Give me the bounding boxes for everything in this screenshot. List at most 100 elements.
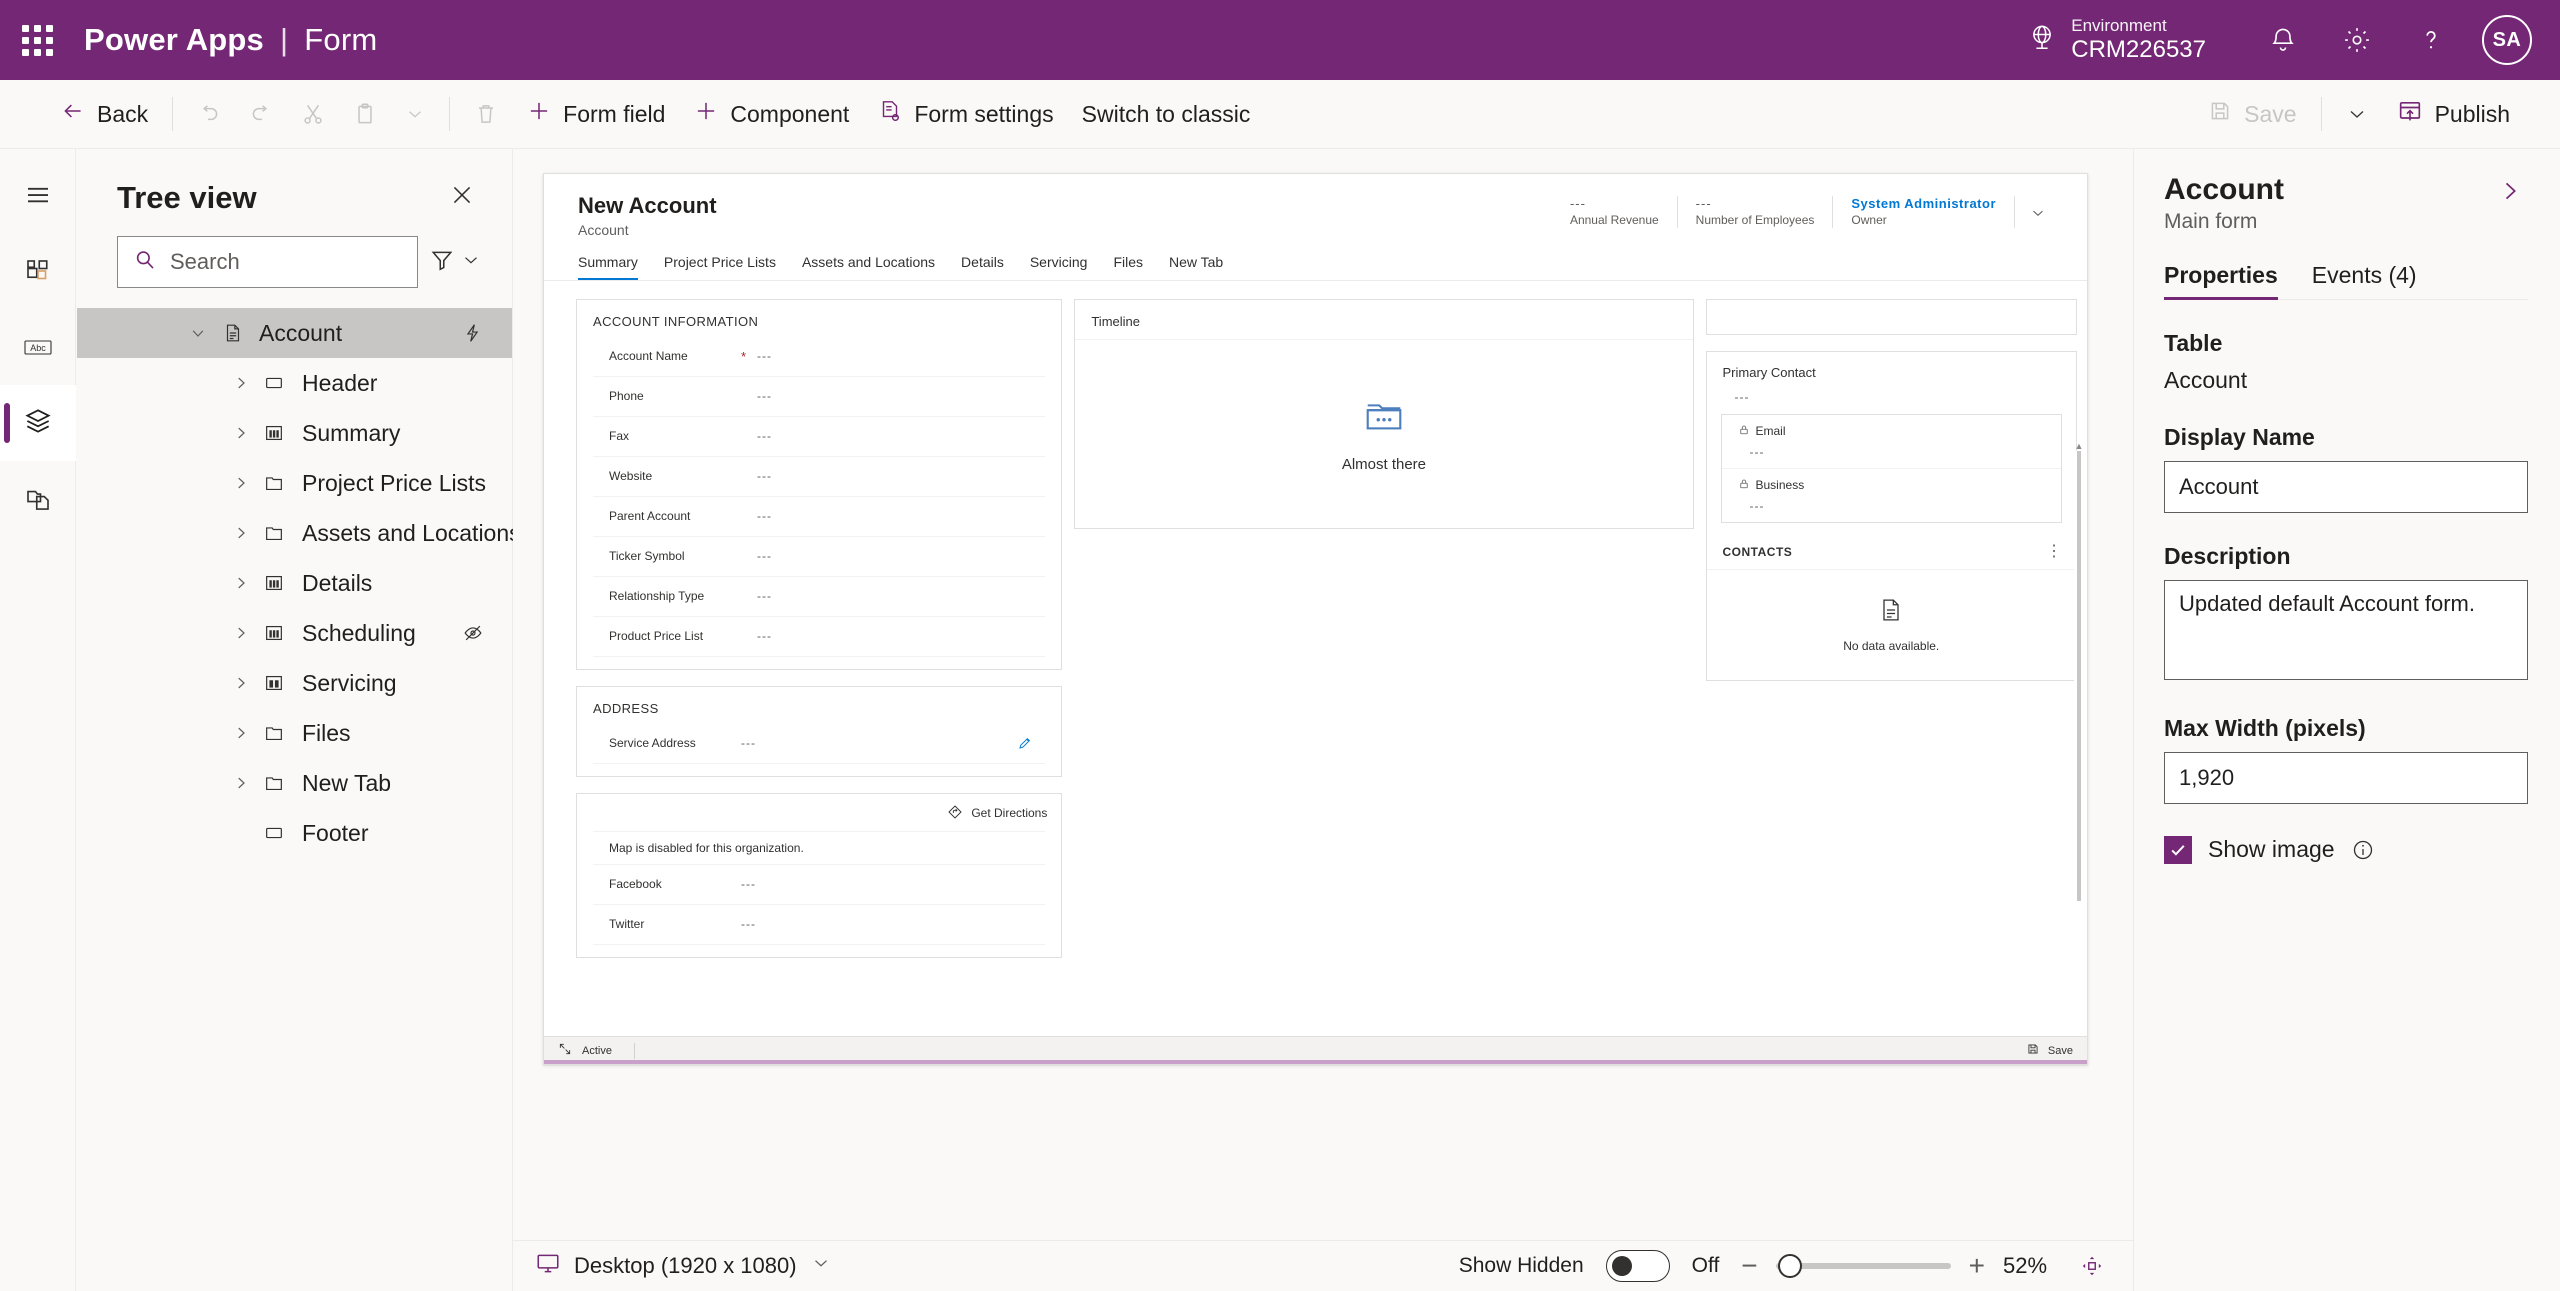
properties-tab-properties[interactable]: Properties <box>2164 262 2278 299</box>
search-input[interactable] <box>170 249 403 275</box>
description-textarea[interactable] <box>2164 580 2528 680</box>
hidden-eye-icon[interactable] <box>462 622 484 644</box>
more-vertical-icon[interactable]: ⋮ <box>2046 547 2062 557</box>
tree-item-details[interactable]: Details <box>77 558 512 608</box>
chevron-right-icon[interactable] <box>232 474 250 492</box>
get-directions-button[interactable]: Get Directions <box>947 804 1047 823</box>
app-name[interactable]: Power Apps <box>84 22 264 58</box>
pencil-icon[interactable] <box>1017 735 1045 751</box>
undo-icon[interactable] <box>183 89 235 139</box>
hamburger-icon[interactable] <box>0 157 76 233</box>
clipboard-icon[interactable] <box>339 89 391 139</box>
fit-to-screen-icon[interactable] <box>2079 1253 2105 1279</box>
form-tab-assets-and-locations[interactable]: Assets and Locations <box>802 248 947 280</box>
abc-field-icon[interactable]: Abc <box>0 309 76 385</box>
scissors-icon[interactable] <box>287 89 339 139</box>
chevron-right-icon[interactable] <box>232 674 250 692</box>
owner-value[interactable]: System Administrator <box>1851 196 1996 213</box>
tree-item-summary[interactable]: Summary <box>77 408 512 458</box>
save-button[interactable]: Save <box>2193 89 2310 139</box>
form-tab-details[interactable]: Details <box>961 248 1016 280</box>
header-field[interactable]: --- Number of Employees <box>1678 196 1834 228</box>
form-tab-new-tab[interactable]: New Tab <box>1169 248 1235 280</box>
popout-icon[interactable] <box>558 1042 572 1059</box>
scrollbar-track[interactable] <box>2074 451 2084 1051</box>
field-row[interactable]: Service Address --- <box>593 724 1045 764</box>
lightning-icon[interactable] <box>462 322 484 344</box>
device-size-picker[interactable]: Desktop (1920 x 1080) <box>535 1250 832 1282</box>
chevron-right-icon[interactable] <box>232 374 250 392</box>
form-field-button[interactable]: Form field <box>512 89 679 139</box>
zoom-slider-handle[interactable] <box>1778 1254 1802 1278</box>
zoom-out-icon[interactable]: − <box>1741 1252 1757 1280</box>
close-icon[interactable] <box>442 175 482 220</box>
chevron-right-icon[interactable] <box>232 724 250 742</box>
properties-tab-events-4[interactable]: Events (4) <box>2312 262 2417 299</box>
trash-icon[interactable] <box>460 89 512 139</box>
footer-save-button[interactable]: Save <box>2026 1042 2073 1059</box>
tree-item-new-tab[interactable]: New Tab <box>77 758 512 808</box>
field-row[interactable]: Website--- <box>593 457 1045 497</box>
tree-item-servicing[interactable]: Servicing <box>77 658 512 708</box>
copy-pages-icon[interactable] <box>0 461 76 537</box>
header-field[interactable]: --- Annual Revenue <box>1552 196 1678 228</box>
contact-subfield[interactable]: Email--- <box>1722 415 2062 469</box>
filter-button[interactable] <box>424 240 486 285</box>
publish-button[interactable]: Publish <box>2382 89 2524 139</box>
tree-item-header[interactable]: Header <box>77 358 512 408</box>
tree-item-account[interactable]: Account <box>77 308 512 358</box>
header-expand-chevron-down-icon[interactable] <box>2015 196 2053 227</box>
zoom-in-icon[interactable]: + <box>1969 1252 1985 1280</box>
form-tab-summary[interactable]: Summary <box>578 248 650 280</box>
switch-to-classic-button[interactable]: Switch to classic <box>1068 89 1265 139</box>
field-row[interactable]: Facebook--- <box>593 865 1045 905</box>
save-options-chevron-icon[interactable] <box>2332 89 2382 139</box>
search-box[interactable] <box>117 236 418 288</box>
form-tab-servicing[interactable]: Servicing <box>1030 248 1100 280</box>
zoom-slider[interactable] <box>1776 1263 1951 1269</box>
tree-item-files[interactable]: Files <box>77 708 512 758</box>
form-tab-project-price-lists[interactable]: Project Price Lists <box>664 248 788 280</box>
field-row[interactable]: Product Price List--- <box>593 617 1045 657</box>
form-scrollbar[interactable]: ▲ ▼ <box>2074 441 2084 1041</box>
field-row[interactable]: Fax--- <box>593 417 1045 457</box>
chevron-right-icon[interactable] <box>232 774 250 792</box>
bell-icon[interactable] <box>2246 0 2320 80</box>
field-row[interactable]: Ticker Symbol--- <box>593 537 1045 577</box>
form-tab-files[interactable]: Files <box>1113 248 1155 280</box>
field-row[interactable]: Account Name*--- <box>593 337 1045 377</box>
chevron-right-icon[interactable] <box>2492 173 2528 214</box>
scroll-up-arrow-icon[interactable]: ▲ <box>2074 441 2084 451</box>
contact-subfield[interactable]: Business--- <box>1722 469 2062 522</box>
chevron-down-icon[interactable] <box>189 324 207 342</box>
show-hidden-toggle[interactable] <box>1606 1250 1670 1282</box>
tree-item-project-price-lists[interactable]: Project Price Lists <box>77 458 512 508</box>
scrollbar-thumb[interactable] <box>2077 451 2081 901</box>
environment-picker[interactable]: Environment CRM226537 <box>2027 16 2206 63</box>
redo-icon[interactable] <box>235 89 287 139</box>
owner-field[interactable]: System Administrator Owner <box>1833 196 2015 228</box>
chevron-down-icon[interactable] <box>391 89 439 139</box>
field-row[interactable]: Twitter--- <box>593 905 1045 945</box>
component-button[interactable]: Component <box>679 89 863 139</box>
chevron-right-icon[interactable] <box>232 424 250 442</box>
back-button[interactable]: Back <box>46 89 162 139</box>
tree-item-scheduling[interactable]: Scheduling <box>77 608 512 658</box>
avatar[interactable]: SA <box>2482 15 2532 65</box>
chevron-right-icon[interactable] <box>232 624 250 642</box>
info-icon[interactable] <box>2351 838 2375 862</box>
max-width-input[interactable] <box>2164 752 2528 804</box>
chevron-right-icon[interactable] <box>232 574 250 592</box>
show-image-checkbox[interactable] <box>2164 836 2192 864</box>
chevron-right-icon[interactable] <box>232 524 250 542</box>
field-row[interactable]: Phone--- <box>593 377 1045 417</box>
display-name-input[interactable] <box>2164 461 2528 513</box>
form-settings-button[interactable]: Form settings <box>863 89 1067 139</box>
field-row[interactable]: Parent Account--- <box>593 497 1045 537</box>
gear-icon[interactable] <box>2320 0 2394 80</box>
tree-item-assets-and-locations[interactable]: Assets and Locations <box>77 508 512 558</box>
components-grid-icon[interactable] <box>0 233 76 309</box>
question-mark-icon[interactable] <box>2394 0 2468 80</box>
app-launcher-icon[interactable] <box>0 0 74 80</box>
sidebar-item-tree-view[interactable] <box>0 385 76 461</box>
